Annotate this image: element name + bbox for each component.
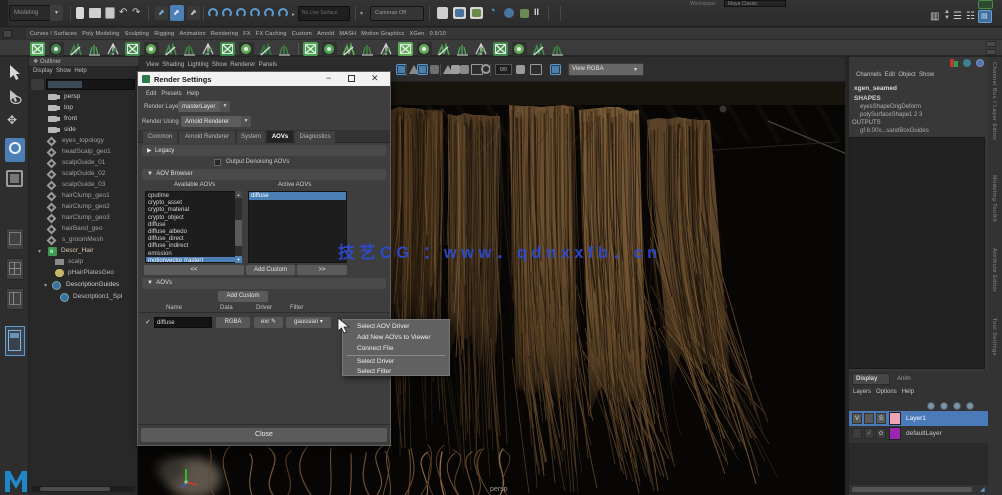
svg-text:persp: persp [490, 486, 508, 493]
